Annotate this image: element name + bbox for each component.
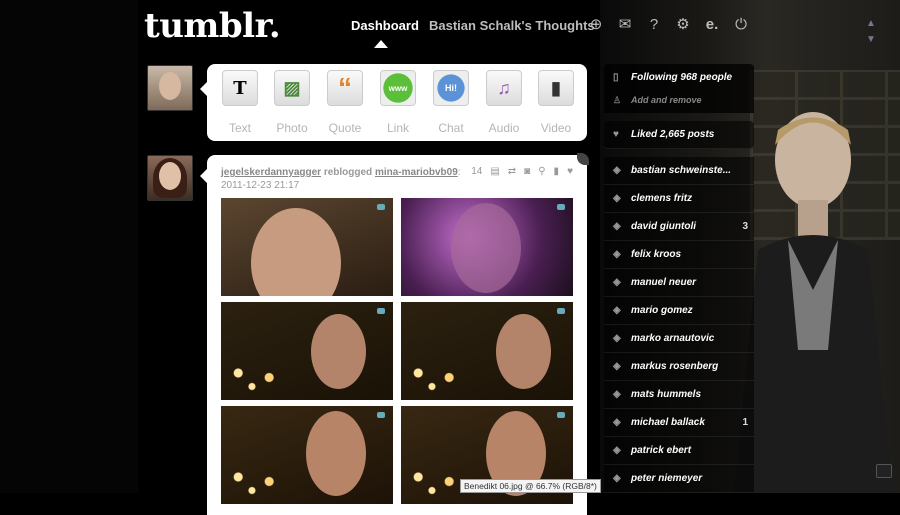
tag-icon: ◈ [613,445,621,456]
post-type-link[interactable]: www Link [373,70,423,135]
tag-item[interactable]: ◈ manuel neuer [604,269,754,297]
active-nav-caret [374,40,388,48]
photoset-image[interactable] [221,198,393,296]
tag-item[interactable]: ◈ david giuntoli 3 [604,213,754,241]
tag-item[interactable]: ◈ mario gomez [604,297,754,325]
tag-item[interactable]: ◈ patrick ebert [604,437,754,465]
tag-icon: ◈ [613,165,621,176]
post-type-photo[interactable]: ▨ Photo [267,70,317,135]
tag-icon: ◈ [613,305,621,316]
tag-icon: ◈ [613,277,621,288]
post-type-text[interactable]: T Text [215,70,265,135]
quote-icon: “ [327,70,363,106]
tracked-tags-list: ◈ bastian schweinste... ◈ clemens fritz ◈ d… [604,157,754,493]
image-info-tooltip: Benedikt 06.jpg @ 66.7% (RGB/8*) [460,479,601,493]
video-icon: ▮ [538,70,574,106]
tag-icon: ◈ [613,221,621,232]
post-type-quote[interactable]: “ Quote [320,70,370,135]
header-icon-bar: ⊕ ✉ ? ⚙ e. ⏻ [587,16,750,34]
nav-blog-title[interactable]: Bastian Schalk's Thoughts [429,18,595,33]
edit-e-icon[interactable]: e. [703,16,721,34]
dashboard-sidebar: ▯ Following 968 people ♙ Add and remove … [604,64,754,493]
post-type-audio[interactable]: ♫ Audio [479,70,529,135]
photo-icon: ▨ [274,70,310,106]
tag-icon: ◈ [613,361,621,372]
tag-item[interactable]: ◈ mats hummels [604,381,754,409]
tag-item[interactable]: ◈ michael ballack 1 [604,409,754,437]
power-icon[interactable]: ⏻ [732,16,750,34]
nav-dashboard[interactable]: Dashboard [351,18,419,33]
photoset-image[interactable] [221,302,393,400]
chat-icon: Hi! [433,70,469,106]
add-post-icon[interactable]: ⊕ [587,16,605,34]
audio-icon: ♫ [486,70,522,106]
tag-icon: ◈ [613,249,621,260]
user-avatar[interactable] [147,65,193,111]
post-type-video[interactable]: ▮ Video [531,70,581,135]
left-margin [0,0,138,493]
link-icon: www [380,70,416,106]
tag-icon: ◈ [613,193,621,204]
post-type-chat[interactable]: Hi! Chat [426,70,476,135]
zoom-icon[interactable]: ⚲ [538,166,545,177]
like-heart-icon[interactable]: ♥ [567,166,573,177]
notes-icon[interactable]: ▤ [490,166,499,177]
tag-item[interactable]: ◈ peter niemeyer [604,465,754,493]
tag-icon: ◈ [613,473,621,484]
post-author-link[interactable]: jegelskerdannyagger [221,167,321,178]
photoset-image[interactable] [401,198,573,296]
following-link[interactable]: ▯ Following 968 people [604,64,754,91]
tumblr-logo[interactable]: tumblr. [144,6,281,46]
notes-count[interactable]: 14 [471,166,482,177]
person-add-icon: ♙ [613,95,622,105]
gear-icon[interactable]: ⚙ [674,16,692,34]
following-icon: ▯ [613,72,619,83]
tag-item[interactable]: ◈ bastian schweinste... [604,157,754,185]
text-icon: T [222,70,258,106]
tag-icon: ◈ [613,417,621,428]
tag-item[interactable]: ◈ marko arnautovic [604,325,754,353]
reblog-icon[interactable]: ⇄ [508,166,516,177]
tag-item[interactable]: ◈ felix kroos [604,241,754,269]
post-action-text: reblogged [323,167,373,178]
add-remove-link[interactable]: ♙ Add and remove [604,91,754,113]
tag-item[interactable]: ◈ markus rosenberg [604,353,754,381]
bookmark-icon[interactable]: ▮ [554,166,560,177]
poster-avatar[interactable] [147,155,193,201]
mail-icon[interactable]: ✉ [616,16,634,34]
camera-icon[interactable]: ◙ [524,166,530,177]
photoset-image[interactable] [401,302,573,400]
scroll-arrows[interactable]: ▲ ▼ [866,16,876,48]
share-icon[interactable] [876,464,892,478]
post-source-link[interactable]: mina-mariobvb09 [375,167,458,178]
liked-posts-link[interactable]: ♥ Liked 2,665 posts [604,121,754,149]
tag-item[interactable]: ◈ clemens fritz [604,185,754,213]
help-icon[interactable]: ? [645,16,663,34]
tag-icon: ◈ [613,389,621,400]
photoset-image[interactable] [221,406,393,504]
tag-icon: ◈ [613,333,621,344]
post-header: jegelskerdannyagger reblogged mina-mario… [221,167,461,191]
post-composer: T Text ▨ Photo “ Quote www Link Hi! Chat… [200,64,587,141]
heart-icon: ♥ [613,129,619,140]
post-controls: 14 ▤ ⇄ ◙ ⚲ ▮ ♥ [471,166,573,177]
post-timestamp: 2011-12-23 21:17 [221,180,300,191]
